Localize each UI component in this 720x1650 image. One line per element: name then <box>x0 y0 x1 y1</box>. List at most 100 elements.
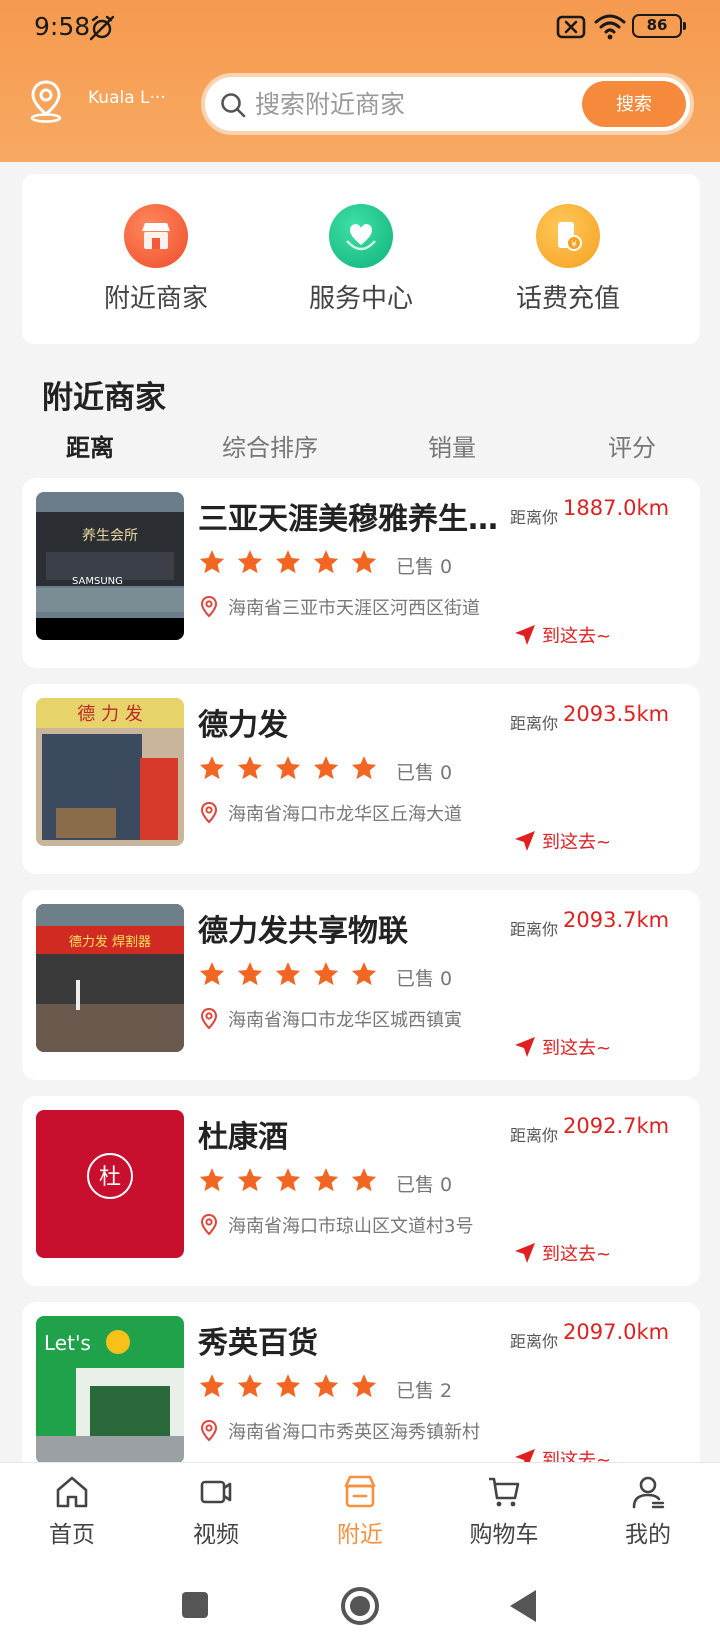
tab-distance[interactable]: 距离 <box>66 428 114 463</box>
navigate-label: 到这去~ <box>542 1244 612 1265</box>
search-bar[interactable]: 搜索 <box>201 73 694 135</box>
shop-image[interactable]: 杜 <box>36 1110 184 1258</box>
rating-stars <box>198 548 378 578</box>
sold-count: 已售 0 <box>396 968 453 990</box>
svg-text:德力发 焊割器: 德力发 焊割器 <box>69 934 151 950</box>
star-icon <box>351 962 377 986</box>
battery-indicator: 86 <box>632 14 686 38</box>
navigate-label: 到这去~ <box>542 626 612 647</box>
svg-text:杜: 杜 <box>99 1165 121 1190</box>
star-icon <box>313 550 339 574</box>
svg-text:Let's: Let's <box>44 1331 91 1355</box>
quick-item-nearby-shops[interactable]: 附近商家 <box>56 204 256 315</box>
nav-label: 我的 <box>625 1522 671 1548</box>
star-icon <box>199 1374 225 1398</box>
quick-label: 话费充值 <box>515 284 620 314</box>
sold-count: 已售 0 <box>396 1174 453 1196</box>
star-icon <box>199 756 225 780</box>
home-icon <box>56 1476 88 1508</box>
top-header: 9:58 86 Kuala L··· 搜索 <box>0 0 720 162</box>
svg-text:养生会所: 养生会所 <box>82 528 138 544</box>
current-location[interactable]: Kuala L··· <box>88 88 166 108</box>
navigate-button[interactable]: 到这去~ <box>514 622 611 648</box>
star-icon <box>199 550 225 574</box>
no-sim-icon <box>556 15 586 39</box>
navigate-label: 到这去~ <box>542 1038 612 1059</box>
quick-item-service-center[interactable]: 服务中心 <box>261 204 461 315</box>
rating-stars <box>198 1372 378 1402</box>
star-icon <box>275 1374 301 1398</box>
navigation-arrow-icon <box>515 625 535 645</box>
navigation-arrow-icon <box>515 1037 535 1057</box>
navigate-button[interactable]: 到这去~ <box>514 1034 611 1060</box>
recent-apps-icon[interactable] <box>180 1590 210 1620</box>
star-icon <box>351 550 377 574</box>
star-icon <box>313 1168 339 1192</box>
star-icon <box>313 962 339 986</box>
navigation-arrow-icon <box>515 1243 535 1263</box>
sort-tabs: 距离 综合排序 销量 评分 <box>0 428 720 468</box>
sold-count: 已售 2 <box>396 1380 453 1402</box>
shop-image[interactable]: Let's <box>36 1316 184 1464</box>
shop-address: 海南省三亚市天涯区河西区街道 <box>228 598 480 619</box>
tab-overall[interactable]: 综合排序 <box>222 428 318 463</box>
nav-home[interactable]: 首页 <box>0 1473 144 1549</box>
nav-video[interactable]: 视频 <box>144 1473 288 1549</box>
bottom-navigation: 首页 视频 附近 购物车 我的 <box>0 1462 720 1566</box>
nav-nearby[interactable]: 附近 <box>288 1473 432 1549</box>
nav-label: 附近 <box>337 1522 383 1548</box>
location-pin-icon[interactable] <box>26 78 66 124</box>
quick-label: 服务中心 <box>308 284 413 314</box>
distance-value: 1887.0km <box>563 496 670 520</box>
star-icon <box>237 756 263 780</box>
star-icon <box>237 550 263 574</box>
svg-text:德 力 发: 德 力 发 <box>77 704 142 725</box>
shop-card[interactable]: 德力发 焊割器 德力发共享物联 距离你 2093.7km 已售 0 海南省海口市龙华区城西… <box>22 890 700 1080</box>
tab-rating[interactable]: 评分 <box>608 428 656 463</box>
tab-sales[interactable]: 销量 <box>428 428 476 463</box>
nav-profile[interactable]: 我的 <box>576 1473 720 1549</box>
nav-cart[interactable]: 购物车 <box>432 1473 576 1549</box>
shop-card[interactable]: 德 力 发 德力发 距离你 2093.5km 已售 0 海南省海口市龙华区丘海大道 到这去~ <box>22 684 700 874</box>
navigate-button[interactable]: 到这去~ <box>514 828 611 854</box>
quick-item-phone-recharge[interactable]: ¥ 话费充值 <box>468 204 668 315</box>
star-icon <box>199 1168 225 1192</box>
user-icon <box>632 1476 665 1509</box>
home-button-icon[interactable] <box>340 1586 380 1626</box>
distance-label: 距离你 <box>510 920 559 939</box>
location-pin-icon <box>200 1214 218 1236</box>
wifi-icon <box>594 14 626 40</box>
distance-label: 距离你 <box>510 1332 559 1351</box>
status-bar: 9:58 86 <box>0 0 720 56</box>
shop-image[interactable]: 养生会所 SAMSUNG <box>36 492 184 640</box>
nav-label: 视频 <box>193 1522 239 1548</box>
distance-value: 2097.0km <box>563 1320 670 1344</box>
sold-count: 已售 0 <box>396 556 453 578</box>
rating-stars <box>198 1166 378 1196</box>
shop-name: 秀英百货 <box>198 1326 318 1361</box>
shop-card[interactable]: 杜 杜康酒 距离你 2092.7km 已售 0 海南省海口市琼山区文道村3号 到这去~ <box>22 1096 700 1286</box>
quick-label: 附近商家 <box>103 284 208 314</box>
distance-value: 2093.7km <box>563 908 670 932</box>
location-pin-icon <box>200 802 218 824</box>
distance-label: 距离你 <box>510 1126 559 1145</box>
shop-card[interactable]: 养生会所 SAMSUNG 三亚天涯美穆雅养生会所 距离你 1887.0km 已售 0 海南省… <box>22 478 700 668</box>
search-button[interactable]: 搜索 <box>582 81 686 127</box>
star-icon <box>237 962 263 986</box>
back-icon[interactable] <box>508 1588 538 1624</box>
rating-stars <box>198 754 378 784</box>
svg-text:¥: ¥ <box>571 240 577 250</box>
search-input[interactable] <box>255 83 555 125</box>
shop-image[interactable]: 德力发 焊割器 <box>36 904 184 1052</box>
shop-name: 三亚天涯美穆雅养生会所 <box>198 502 498 537</box>
shop-name: 德力发 <box>198 708 288 743</box>
star-icon <box>313 756 339 780</box>
star-icon <box>275 550 301 574</box>
navigate-button[interactable]: 到这去~ <box>514 1240 611 1266</box>
rating-stars <box>198 960 378 990</box>
heart-hand-icon <box>329 204 393 268</box>
shop-image[interactable]: 德 力 发 <box>36 698 184 846</box>
distance-value: 2093.5km <box>563 702 670 726</box>
star-icon <box>275 1168 301 1192</box>
video-icon <box>200 1480 232 1504</box>
